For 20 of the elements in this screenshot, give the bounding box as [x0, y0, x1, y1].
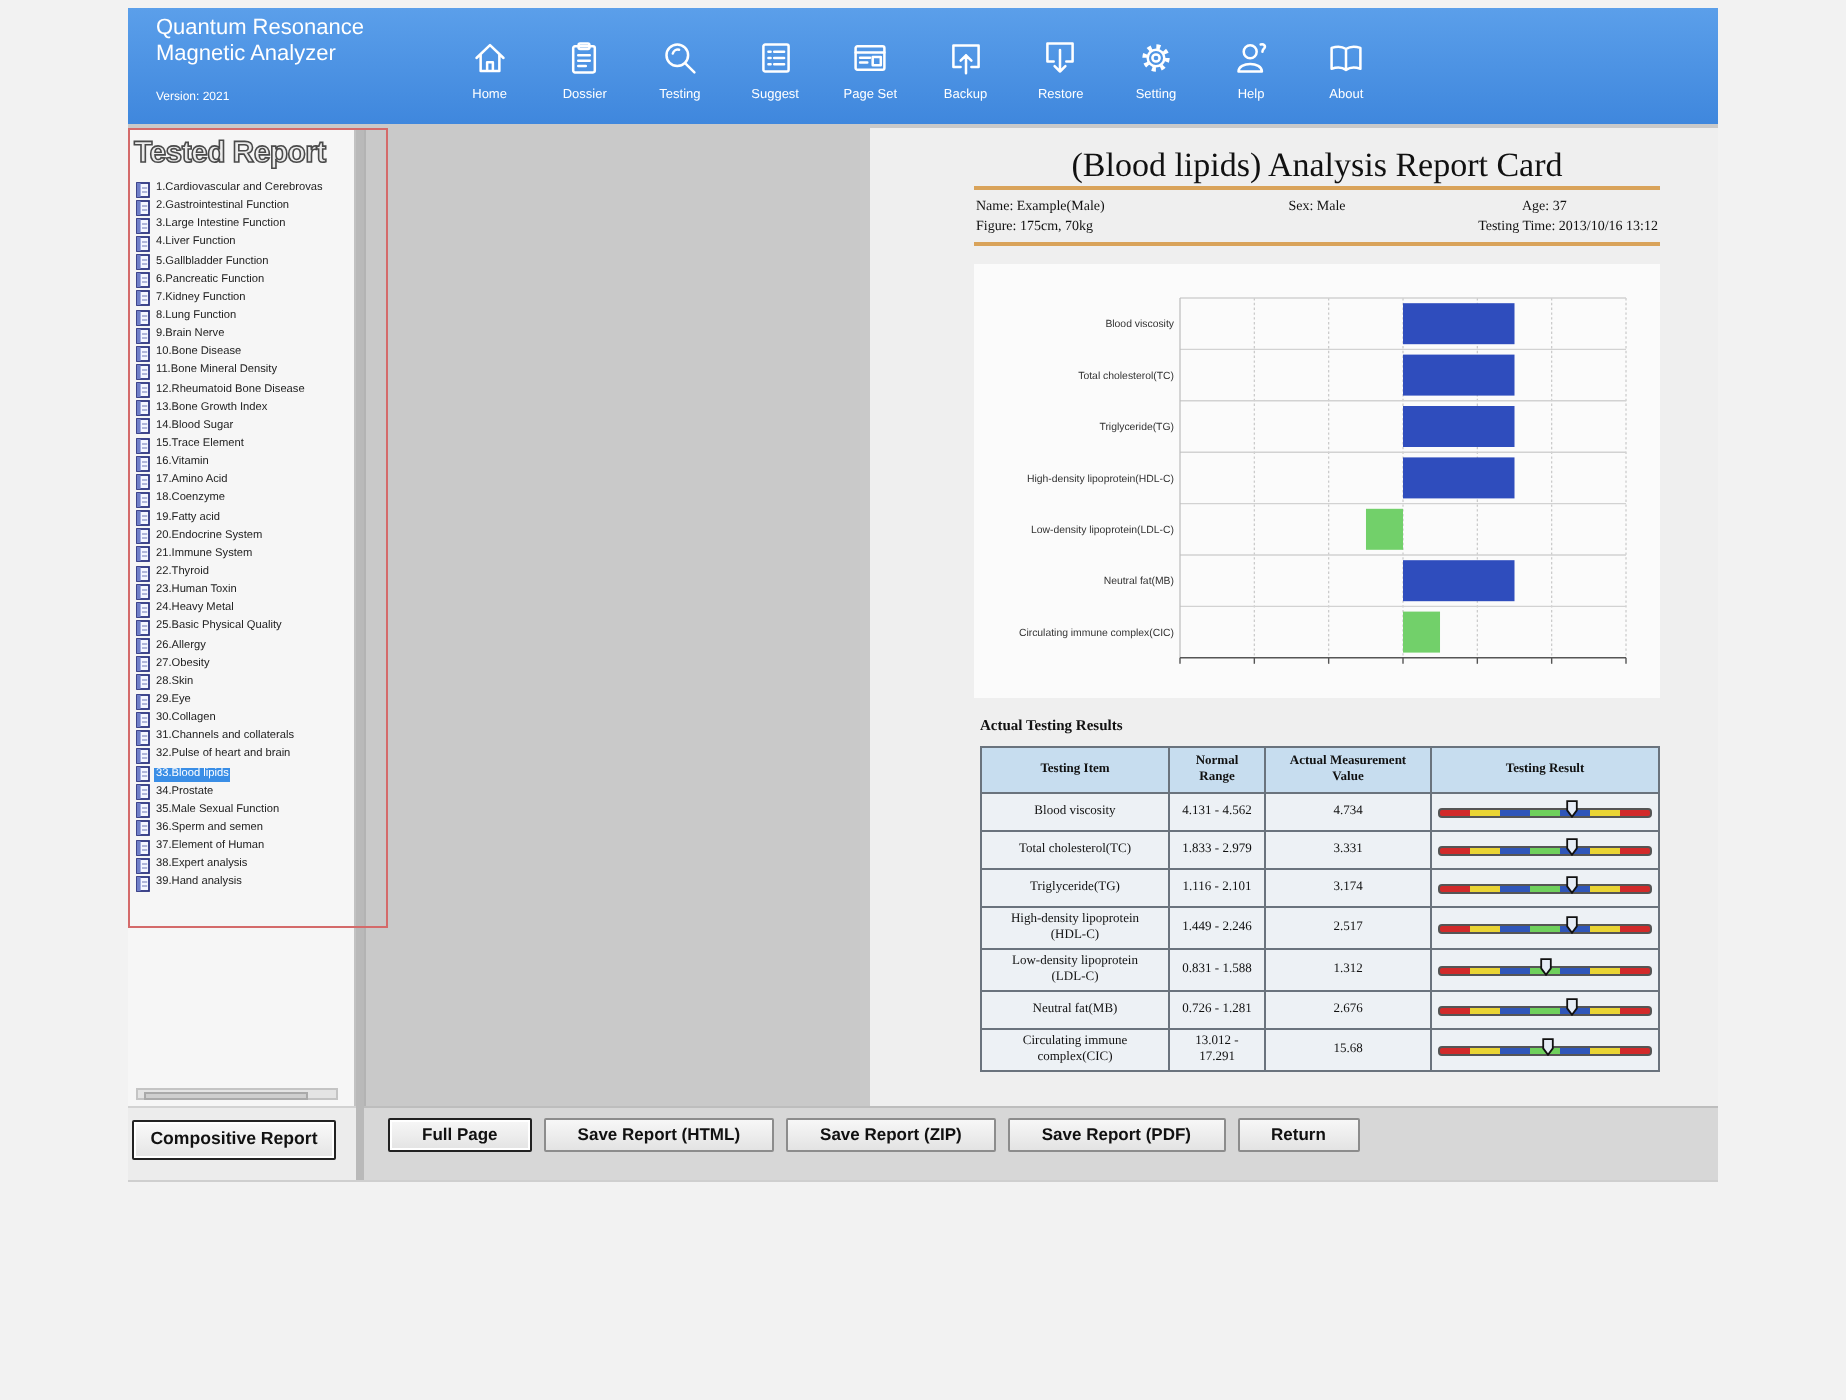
compositive-report-button[interactable]: Compositive Report [132, 1120, 336, 1160]
action-button[interactable]: Save Report (HTML) [543, 1118, 775, 1152]
search-icon [661, 40, 698, 76]
report-title: (Blood lipids) Analysis Report Card [1069, 144, 1565, 186]
window-icon [852, 40, 889, 76]
scrollbar-thumb[interactable] [144, 1091, 308, 1099]
list-icon [757, 40, 794, 76]
action-button[interactable]: Return [1237, 1118, 1360, 1152]
house-icon [471, 40, 508, 76]
action-button[interactable]: Save Report (ZIP) [786, 1118, 996, 1152]
download-icon [1042, 40, 1079, 76]
action-button[interactable]: Save Report (PDF) [1007, 1118, 1226, 1152]
app-title: Quantum Resonance Magnetic Analyzer [156, 16, 366, 68]
upload-icon [947, 40, 984, 76]
horizontal-scrollbar[interactable] [136, 1088, 338, 1100]
person-icon [1233, 40, 1270, 76]
settings-icon [1137, 40, 1174, 76]
book-icon [1328, 40, 1365, 76]
action-button[interactable]: Full Page [388, 1118, 532, 1152]
sidebar-title: Tested Report [134, 134, 326, 174]
